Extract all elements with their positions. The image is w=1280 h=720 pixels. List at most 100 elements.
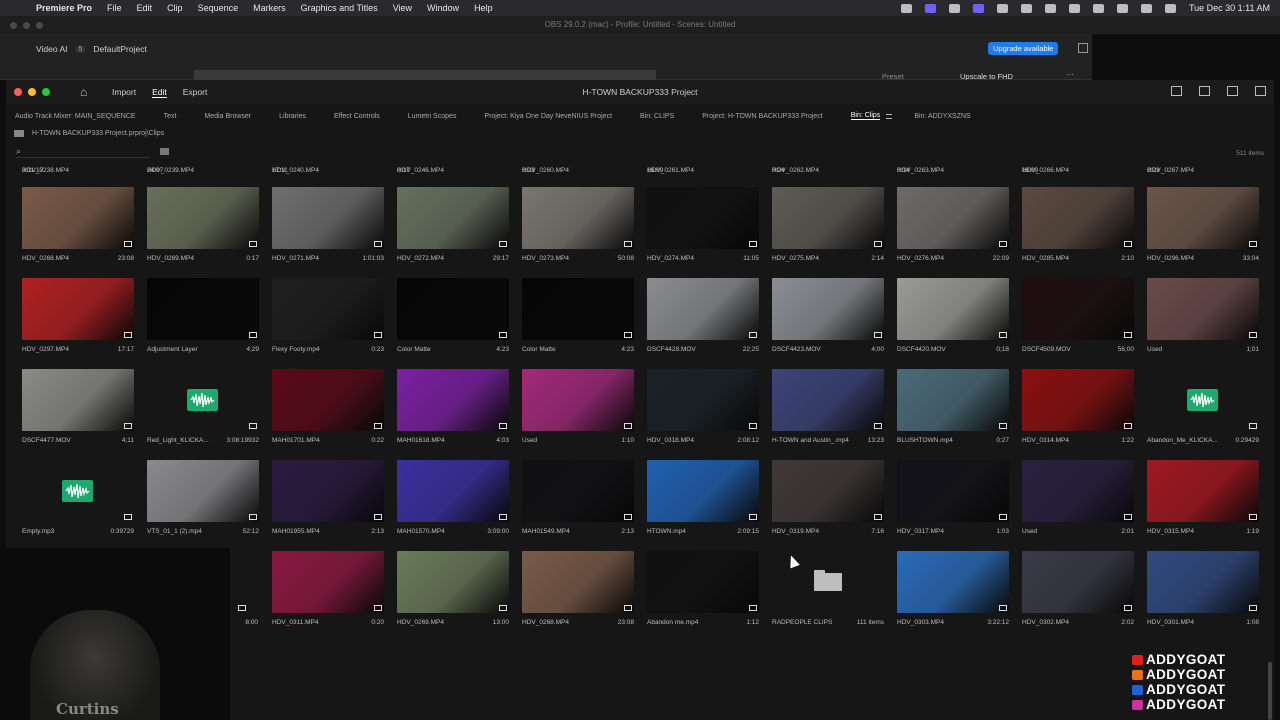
clip-item[interactable]: VTS_01_1 (2).mp4 52:12 [147,460,259,535]
clip-thumbnail[interactable] [897,187,1009,249]
clip-thumbnail[interactable] [1022,460,1134,522]
clip-thumbnail[interactable] [147,369,259,431]
panel-tab[interactable]: Bin: ADDYXSZNS [914,113,970,120]
menu-item-window[interactable]: Window [427,3,459,13]
panel-tab[interactable]: Bin: Clips [850,112,881,120]
clip-thumbnail[interactable] [1022,187,1134,249]
nav-import[interactable]: Import [112,87,136,98]
clip-item[interactable]: Used 1:10 [522,369,634,444]
clip-item[interactable]: MAH01570.MP4 3:09:00 [397,460,509,535]
search-icon[interactable] [1140,3,1152,13]
clip-item[interactable]: HDV_0269.MP4 0:17 [147,187,259,262]
clip-item[interactable]: MAH01701.MP4 0:22 [272,369,384,444]
obs-status-icon[interactable] [900,3,912,13]
clip-thumbnail[interactable] [272,460,384,522]
clip-thumbnail[interactable] [897,369,1009,431]
clip-item[interactable]: HDV_0275.MP4 2:14 [772,187,884,262]
clip-item[interactable]: HDV_0274.MP4 11:05 [647,187,759,262]
panel-tab[interactable]: Text [164,113,177,120]
panel-tab[interactable]: Audio Track Mixer: MAIN_SEQUENCE [15,113,136,120]
panel-tab[interactable]: Project: H-TOWN BACKUP333 Project [702,113,822,120]
clip-thumbnail[interactable] [522,460,634,522]
clip-thumbnail[interactable] [397,460,509,522]
clip-thumbnail[interactable] [522,551,634,613]
home-icon[interactable]: ⌂ [80,86,87,98]
clip-item[interactable]: HDV_0271.MP4 1:01:03 [272,187,384,262]
clip-thumbnail[interactable] [647,551,759,613]
new-bin-icon[interactable] [160,148,169,155]
clip-item[interactable]: Used 1;01 [1147,278,1259,353]
menu-item-view[interactable]: View [393,3,412,13]
clip-thumbnail[interactable] [772,278,884,340]
clip-item[interactable]: DSCF4428.MOV 22;25 [647,278,759,353]
menu-item-edit[interactable]: Edit [137,3,153,13]
clip-thumbnail[interactable] [1147,551,1259,613]
clip-item[interactable]: MAH01955.MP4 2:13 [272,460,384,535]
clip-item[interactable]: HDV_0269.MP4 13:00 [397,551,509,626]
clip-item[interactable]: Abandon me.mp4 1:12 [647,551,759,626]
close-icon[interactable] [14,88,22,96]
clip-thumbnail[interactable] [522,369,634,431]
clip-thumbnail[interactable] [272,551,384,613]
clip-thumbnail[interactable] [397,551,509,613]
clip-thumbnail[interactable] [522,187,634,249]
datetime[interactable]: Tue Dec 30 1:11 AM [1189,3,1270,13]
clip-item[interactable]: HDV_0268.MP4 23:08 [522,551,634,626]
display-icon[interactable] [972,3,984,13]
clip-item[interactable]: HDV_0311.MP4 0:20 [272,551,384,626]
clip-item[interactable]: HDV_0285.MP4 2:10 [1022,187,1134,262]
clip-thumbnail[interactable] [522,278,634,340]
clip-thumbnail[interactable] [1147,369,1259,431]
minimize-icon[interactable] [28,88,36,96]
clip-item[interactable]: Used 2:01 [1022,460,1134,535]
clip-thumbnail[interactable] [647,369,759,431]
sidebar-toggle-icon[interactable] [1078,43,1088,53]
clip-item[interactable]: HDV_0276.MP4 22:09 [897,187,1009,262]
clip-item[interactable]: Color Matte 4:23 [397,278,509,353]
clip-thumbnail[interactable] [1022,369,1134,431]
clip-thumbnail[interactable] [147,460,259,522]
clip-thumbnail[interactable] [397,187,509,249]
panel-menu-icon[interactable] [886,113,893,119]
clip-thumbnail[interactable] [772,460,884,522]
clip-item[interactable]: Red_Light_KLICKA... 3:08:19932 [147,369,259,444]
maximize-icon[interactable] [42,88,50,96]
clip-thumbnail[interactable] [1147,187,1259,249]
menu-item-graphics-and-titles[interactable]: Graphics and Titles [301,3,378,13]
clip-thumbnail[interactable] [1147,278,1259,340]
menu-item-clip[interactable]: Clip [167,3,183,13]
clip-thumbnail[interactable] [272,369,384,431]
search-input[interactable]: ⌕ [16,146,150,158]
upgrade-button[interactable]: Upgrade available [988,42,1059,55]
clip-item[interactable]: DSCF4420.MOV 0;18 [897,278,1009,353]
clip-thumbnail[interactable] [397,369,509,431]
clip-thumbnail[interactable] [147,187,259,249]
clip-thumbnail[interactable] [147,278,259,340]
scrollbar[interactable] [1268,662,1272,720]
clip-item[interactable]: HDV_0319.MP4 7:16 [772,460,884,535]
menu-item-help[interactable]: Help [474,3,493,13]
clip-item[interactable]: Empty.mp3 0:39729 [22,460,134,535]
panel-tab[interactable]: Bin: CLIPS [640,113,674,120]
clip-thumbnail[interactable] [22,187,134,249]
wifi-icon[interactable] [1092,3,1104,13]
panel-tab[interactable]: Lumetri Scopes [408,113,457,120]
control-center-icon[interactable] [1116,3,1128,13]
clip-thumbnail[interactable] [272,187,384,249]
clip-thumbnail[interactable] [272,278,384,340]
vpn-icon[interactable] [996,3,1008,13]
menu-item-markers[interactable]: Markers [253,3,286,13]
app-menu[interactable]: Premiere Pro [36,3,92,13]
clip-item[interactable]: HDV_0315.MP4 1:19 [1147,460,1259,535]
clip-thumbnail[interactable] [897,460,1009,522]
clip-item[interactable]: HDV_0273.MP4 50:08 [522,187,634,262]
clip-item[interactable]: Color Matte 4:23 [522,278,634,353]
screen-record-icon[interactable] [924,3,936,13]
clip-thumbnail[interactable] [22,460,134,522]
clip-thumbnail[interactable] [897,551,1009,613]
clip-item[interactable]: HDV_0303.MP4 3:22:12 [897,551,1009,626]
clip-thumbnail[interactable] [897,278,1009,340]
clip-item[interactable]: MAH01618.MP4 4:03 [397,369,509,444]
clip-item[interactable]: HDV_0296.MP4 33:04 [1147,187,1259,262]
fullscreen-icon[interactable] [1255,86,1266,96]
